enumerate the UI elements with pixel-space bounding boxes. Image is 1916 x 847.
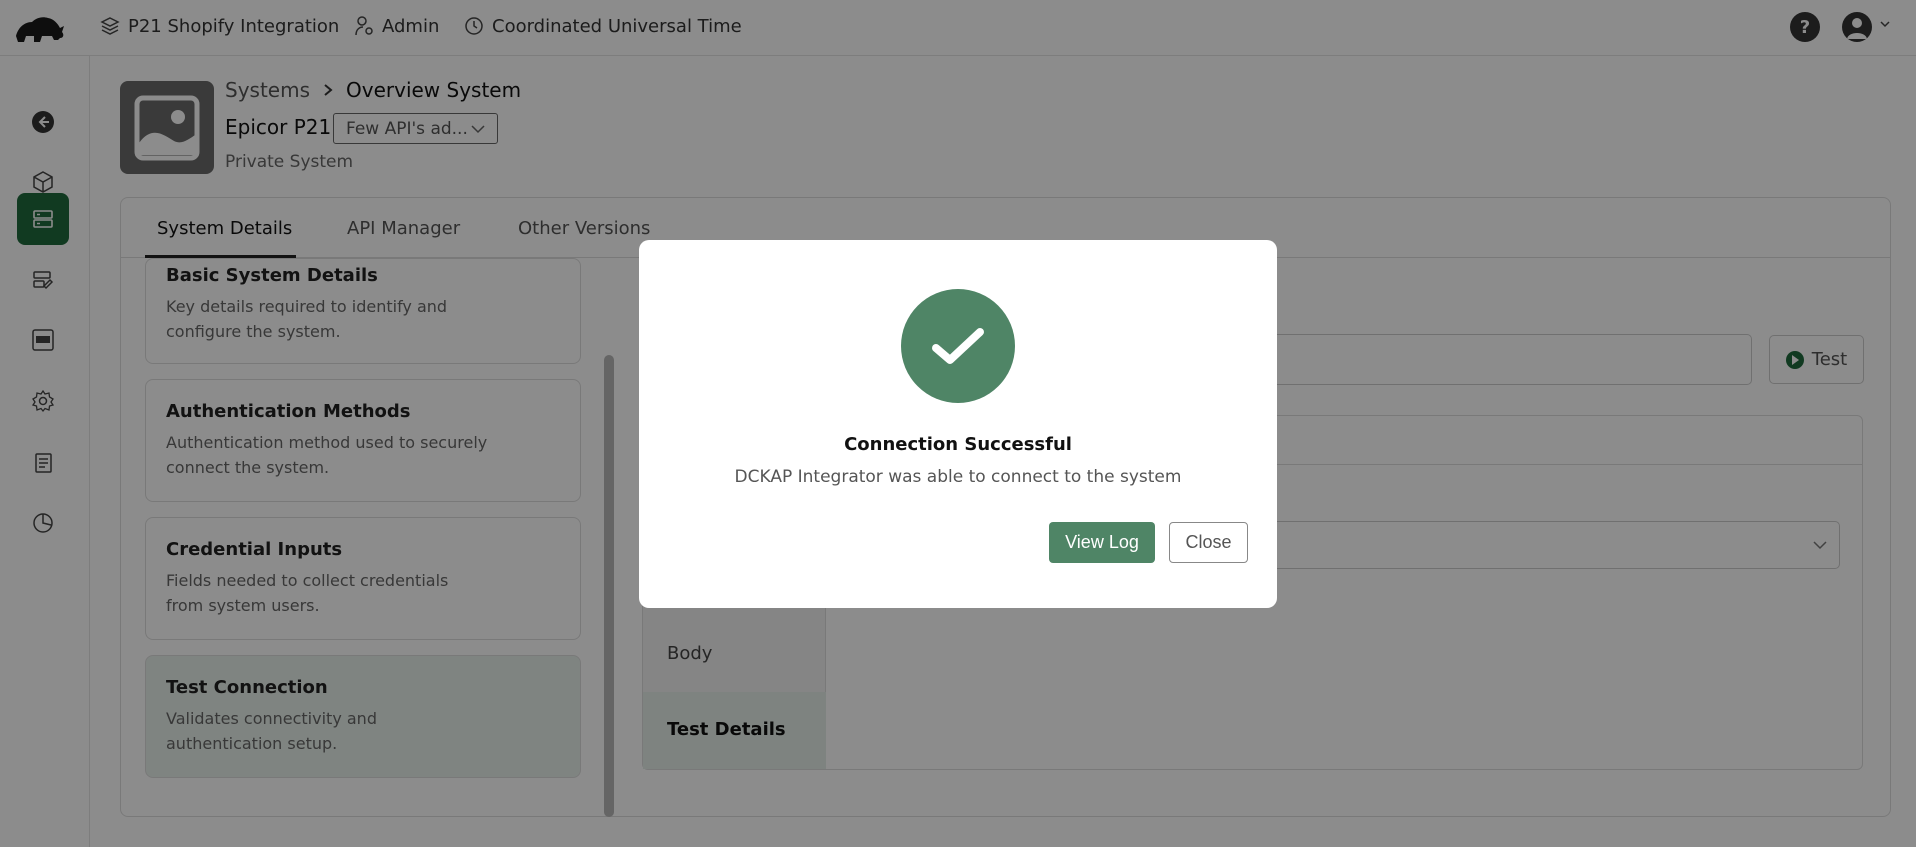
success-check-icon — [901, 289, 1015, 403]
checkmark-icon — [932, 328, 984, 364]
view-log-button[interactable]: View Log — [1049, 522, 1155, 563]
modal-title: Connection Successful — [844, 434, 1072, 455]
modal-description: DCKAP Integrator was able to connect to … — [734, 467, 1182, 487]
connection-success-modal: Connection Successful DCKAP Integrator w… — [639, 240, 1277, 608]
close-button[interactable]: Close — [1169, 522, 1248, 563]
